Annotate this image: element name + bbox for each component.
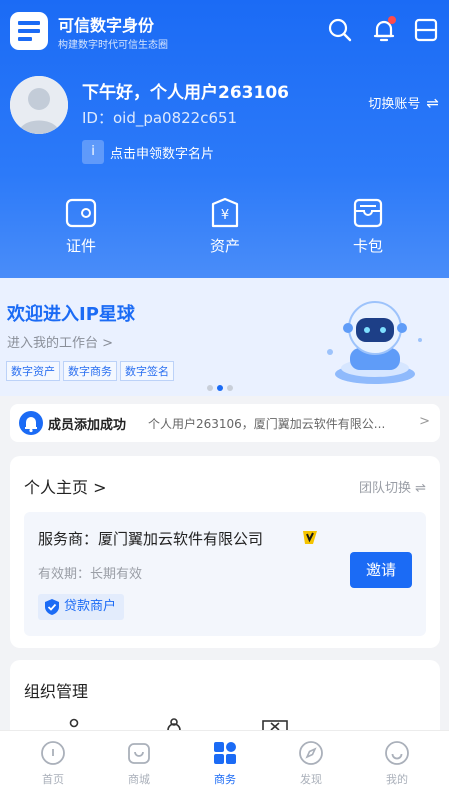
banner-title: 欢迎进入IP星球: [7, 304, 135, 325]
organization-title: 组织管理: [24, 682, 89, 701]
loan-merchant-label: 贷款商户: [64, 599, 117, 614]
invite-button[interactable]: 邀请: [350, 552, 412, 588]
robot-mascot-icon: [320, 290, 430, 390]
notice-title: 成员添加成功: [48, 418, 127, 433]
shop-icon: [125, 739, 153, 767]
banner-tags: 数字资产 数字商务 数字签名: [6, 360, 177, 381]
avatar[interactable]: [10, 76, 68, 134]
tab-label: 我的: [386, 773, 408, 786]
swap-icon: ⇌: [426, 94, 439, 112]
svg-text:¥: ¥: [221, 208, 229, 223]
wallet-icon: [351, 196, 385, 230]
tag: 数字资产: [6, 361, 60, 381]
quick-label: 卡包: [352, 237, 383, 255]
profile-icon: [383, 739, 411, 767]
bell-icon[interactable]: [370, 16, 398, 44]
loan-merchant-badge: 贷款商户: [38, 594, 125, 620]
org-member-icon[interactable]: [66, 718, 82, 730]
tab-label: 首页: [42, 773, 64, 786]
search-icon[interactable]: [326, 16, 354, 44]
user-id: ID：oid_pa0822c651: [82, 109, 238, 127]
switch-account-button[interactable]: 切换账号 ⇌: [368, 93, 439, 112]
notice-bar[interactable]: 成员添加成功 个人用户263106，厦门翼加云软件有限公... >: [10, 404, 440, 442]
carousel-dots[interactable]: [207, 376, 237, 395]
apply-card-label: 点击申领数字名片: [110, 147, 215, 162]
quick-certificates[interactable]: 证件: [36, 196, 126, 256]
workspace-link[interactable]: 进入我的工作台 >: [7, 332, 113, 351]
carousel-dot-active[interactable]: [217, 385, 223, 391]
yuan-asset-icon: ¥: [208, 196, 242, 230]
greeting-text: 下午好，个人用户263106: [82, 83, 289, 103]
notice-bell-icon: [19, 411, 43, 435]
header-hero: 可信数字身份 构建数字时代可信生态圈 下午好，个人用户263106 ID：oid…: [0, 0, 449, 290]
tab-label: 发现: [300, 773, 322, 786]
bottom-tab-bar: 首页 商城 商务 发现 我的: [0, 730, 449, 800]
info-icon: i: [82, 140, 104, 164]
top-bar: 可信数字身份 构建数字时代可信生态圈: [10, 10, 439, 54]
compass-icon: [297, 739, 325, 767]
switch-account-label: 切换账号: [368, 97, 421, 112]
app-subtitle: 构建数字时代可信生态圈: [58, 40, 168, 51]
tag: 数字签名: [120, 361, 174, 381]
tab-business[interactable]: 商务: [190, 739, 260, 787]
validity-text: 有效期：长期有效: [38, 567, 143, 582]
org-person-icon[interactable]: [166, 718, 182, 730]
quick-label: 资产: [209, 237, 240, 255]
team-switch-button[interactable]: 团队切换 ⇌: [359, 477, 426, 496]
personal-home-card: 个人主页 > 团队切换 ⇌ 服务商：厦门翼加云软件有限公司 有效期：长期有效 贷…: [10, 456, 440, 648]
business-icon: [211, 739, 239, 767]
provider-name: 服务商：厦门翼加云软件有限公司: [38, 530, 264, 548]
verified-v-icon: [301, 528, 319, 546]
shield-check-icon: [45, 599, 59, 615]
notice-text: 个人用户263106，厦门翼加云软件有限公...: [148, 417, 386, 431]
quick-label: 证件: [65, 237, 96, 255]
org-close-box-icon[interactable]: [262, 720, 288, 730]
home-icon: [39, 739, 67, 767]
id-card-icon: [64, 196, 98, 230]
tab-discover[interactable]: 发现: [276, 739, 346, 787]
notification-dot: [388, 16, 396, 24]
app-logo: [10, 12, 48, 50]
chevron-right-icon: >: [419, 414, 430, 429]
tab-profile[interactable]: 我的: [362, 739, 432, 787]
app-title: 可信数字身份: [58, 16, 155, 35]
quick-wallet[interactable]: 卡包: [323, 196, 413, 256]
tab-home[interactable]: 首页: [18, 739, 88, 787]
carousel-dot[interactable]: [227, 385, 233, 391]
tag: 数字商务: [63, 361, 117, 381]
quick-assets[interactable]: ¥ 资产: [180, 196, 270, 256]
service-provider-panel: 服务商：厦门翼加云软件有限公司 有效期：长期有效 贷款商户 邀请: [24, 512, 426, 636]
scan-icon[interactable]: [412, 16, 440, 44]
tab-shop[interactable]: 商城: [104, 739, 174, 787]
personal-home-link[interactable]: 个人主页 >: [24, 474, 107, 498]
tab-label: 商城: [128, 773, 150, 786]
carousel-dot[interactable]: [207, 385, 213, 391]
tab-label: 商务: [214, 773, 236, 786]
